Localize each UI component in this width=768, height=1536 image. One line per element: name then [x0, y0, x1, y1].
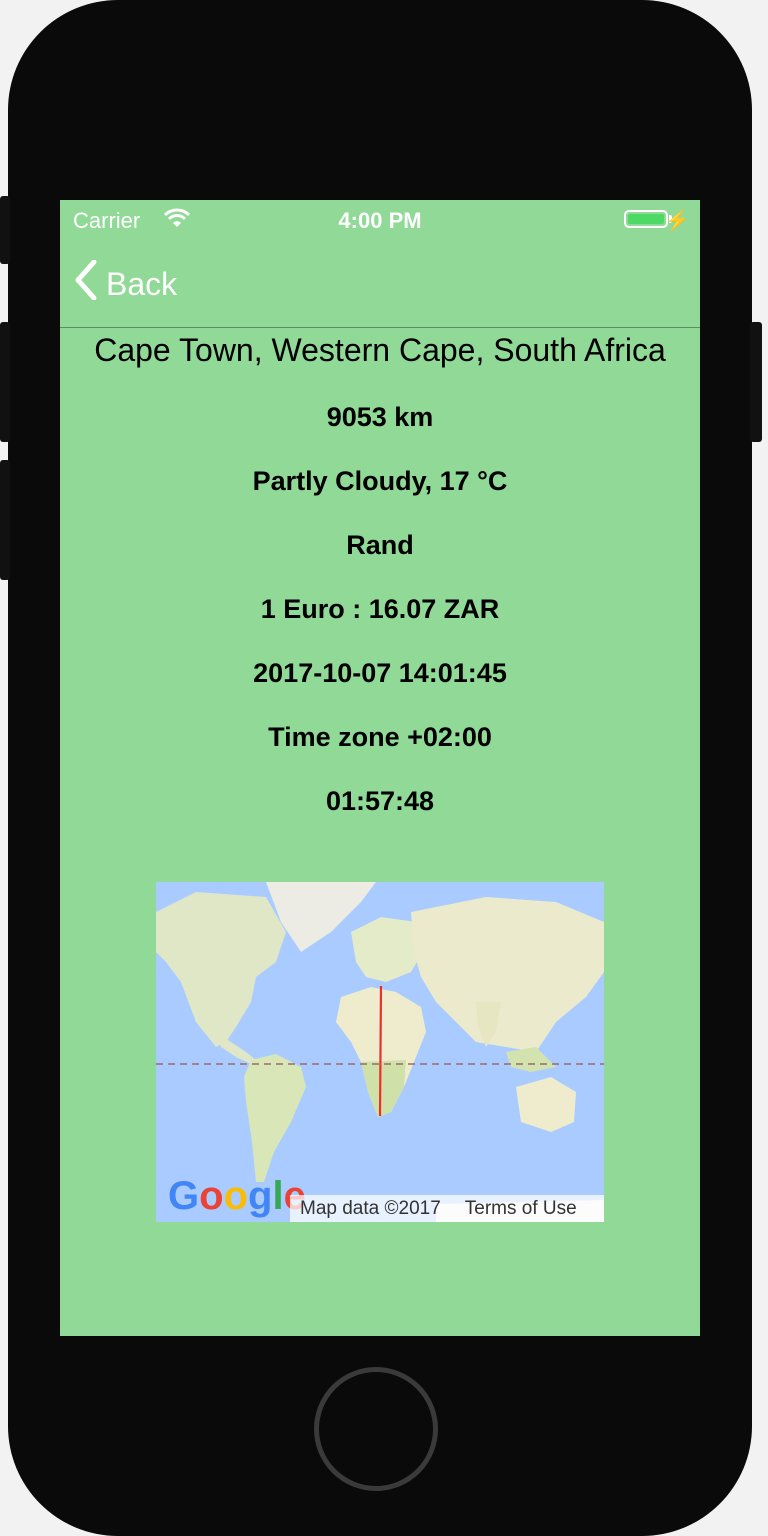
status-bar: Carrier 4:00 PM ⚡ — [60, 200, 700, 240]
app-screen: Carrier 4:00 PM ⚡ Back Cape Town, Wester… — [60, 200, 700, 1336]
distance-label: 9053 km — [326, 402, 434, 432]
terms-of-use-link[interactable]: Terms of Use — [465, 1198, 577, 1220]
back-button[interactable]: Back — [74, 259, 178, 308]
home-button[interactable] — [314, 1367, 438, 1491]
map-data-label: Map data ©2017 — [300, 1197, 441, 1219]
charging-icon: ⚡ — [665, 210, 690, 232]
local-datetime-label: 2017-10-07 14:01:45 — [253, 658, 507, 688]
exchange-rate-label: 1 Euro : 16.07 ZAR — [260, 594, 500, 624]
back-label: Back — [106, 265, 178, 302]
google-logo: Google — [168, 1174, 306, 1218]
world-map[interactable]: Google Map data ©2017 Terms of Use — [156, 882, 604, 1222]
currency-label: Rand — [346, 530, 414, 560]
battery-icon — [624, 210, 668, 228]
timezone-label: Time zone +02:00 — [268, 722, 492, 752]
volume-down-button — [0, 460, 10, 580]
weather-label: Partly Cloudy, 17 °C — [252, 466, 508, 496]
clock: 4:00 PM — [338, 208, 422, 233]
time-difference-label: 01:57:48 — [325, 786, 435, 816]
map-tiles — [156, 882, 604, 1222]
map-attribution: Map data ©2017 Terms of Use — [290, 1195, 604, 1222]
volume-up-button — [0, 322, 10, 442]
chevron-left-icon — [74, 259, 106, 308]
power-button — [750, 322, 762, 442]
mute-switch — [0, 196, 10, 264]
navigation-bar: Back — [60, 240, 700, 328]
route-line — [378, 985, 383, 1117]
location-title: Cape Town, Western Cape, South Africa — [94, 332, 666, 368]
